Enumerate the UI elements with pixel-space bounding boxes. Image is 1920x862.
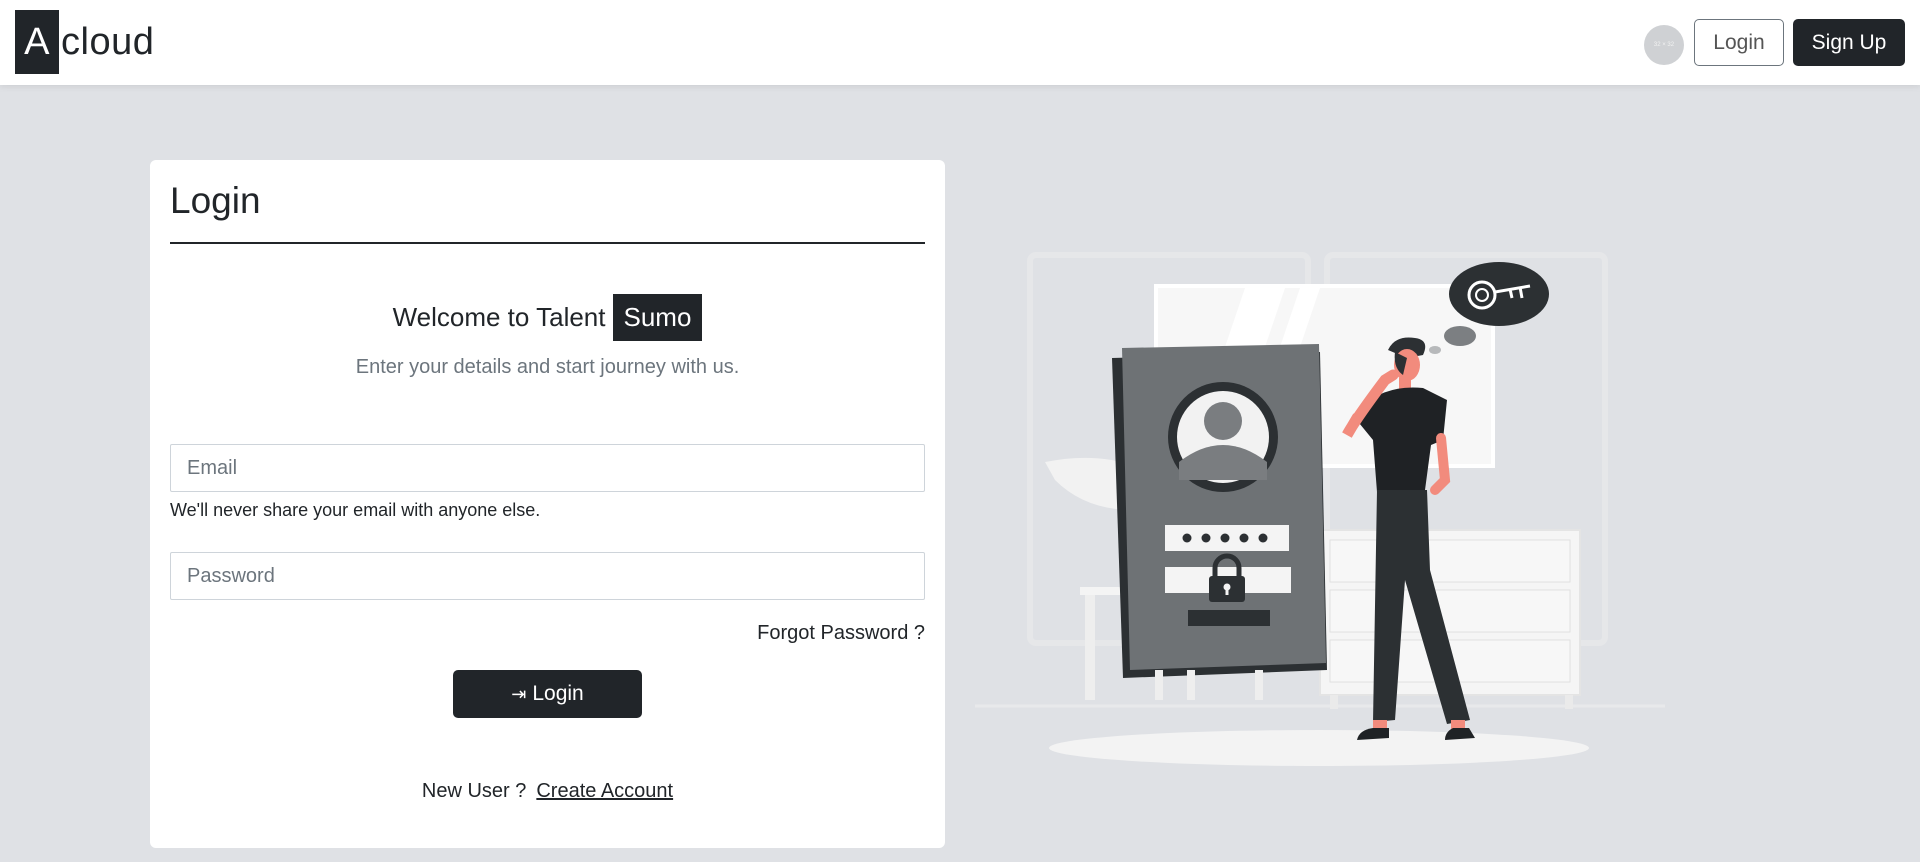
email-help-text: We'll never share your email with anyone… xyxy=(170,500,541,520)
logo-text: cloud xyxy=(61,20,155,63)
password-dot xyxy=(1258,533,1268,543)
person-shoe-right xyxy=(1445,728,1475,740)
card-title: Login xyxy=(170,180,261,221)
password-dot xyxy=(1220,533,1230,543)
floor-shadow xyxy=(1049,730,1589,766)
header-signup-button[interactable]: Sign Up xyxy=(1793,19,1905,66)
avatar[interactable]: 32 × 32 xyxy=(1644,25,1684,65)
email-input[interactable] xyxy=(170,444,925,492)
welcome-heading: Welcome to Talent Sumo xyxy=(150,294,945,341)
login-illustration xyxy=(975,252,1665,766)
header-login-button[interactable]: Login xyxy=(1694,19,1784,66)
login-arrow-icon: ⇥ xyxy=(511,683,527,704)
panel-submit-bar xyxy=(1188,610,1270,626)
dresser-drawer-2 xyxy=(1329,589,1571,633)
forgot-password-link[interactable]: Forgot Password ? xyxy=(757,622,925,645)
welcome-badge: Sumo xyxy=(612,294,703,341)
thought-dot-large xyxy=(1444,326,1476,346)
logo-mark: A xyxy=(15,10,59,74)
dresser-leg-2 xyxy=(1565,695,1573,709)
top-navbar: A cloud 32 × 32 Login Sign Up xyxy=(0,0,1920,85)
panel-leg-2 xyxy=(1187,670,1195,700)
thought-bubble xyxy=(1449,262,1549,326)
thought-dot-small xyxy=(1429,346,1441,354)
side-table-leg xyxy=(1085,595,1095,700)
password-dot xyxy=(1201,533,1211,543)
panel-leg-1 xyxy=(1155,670,1163,700)
lock-icon-keyslot xyxy=(1225,587,1229,595)
password-dot xyxy=(1182,533,1192,543)
avatar-placeholder-text: 32 × 32 xyxy=(1653,42,1675,48)
title-divider xyxy=(170,242,925,244)
password-dot xyxy=(1239,533,1249,543)
login-submit-label: Login xyxy=(532,682,584,705)
new-user-label: New User ? xyxy=(421,780,527,802)
login-card: Login Welcome to Talent Sumo Enter your … xyxy=(150,160,945,848)
password-input[interactable] xyxy=(170,552,925,600)
login-submit-button[interactable]: ⇥ Login xyxy=(453,670,642,718)
dresser-leg-1 xyxy=(1330,695,1338,709)
create-account-link[interactable]: Create Account xyxy=(536,780,673,803)
panel-avatar-head xyxy=(1204,402,1242,440)
welcome-subtitle: Enter your details and start journey wit… xyxy=(355,356,740,378)
new-user-row: New User ? Create Account xyxy=(150,780,945,803)
welcome-text: Welcome to Talent xyxy=(392,302,606,332)
dresser-drawer-1 xyxy=(1329,539,1571,583)
person-shoe-left xyxy=(1357,728,1389,740)
logo[interactable]: A cloud xyxy=(15,10,154,74)
panel-leg-3 xyxy=(1255,670,1263,700)
